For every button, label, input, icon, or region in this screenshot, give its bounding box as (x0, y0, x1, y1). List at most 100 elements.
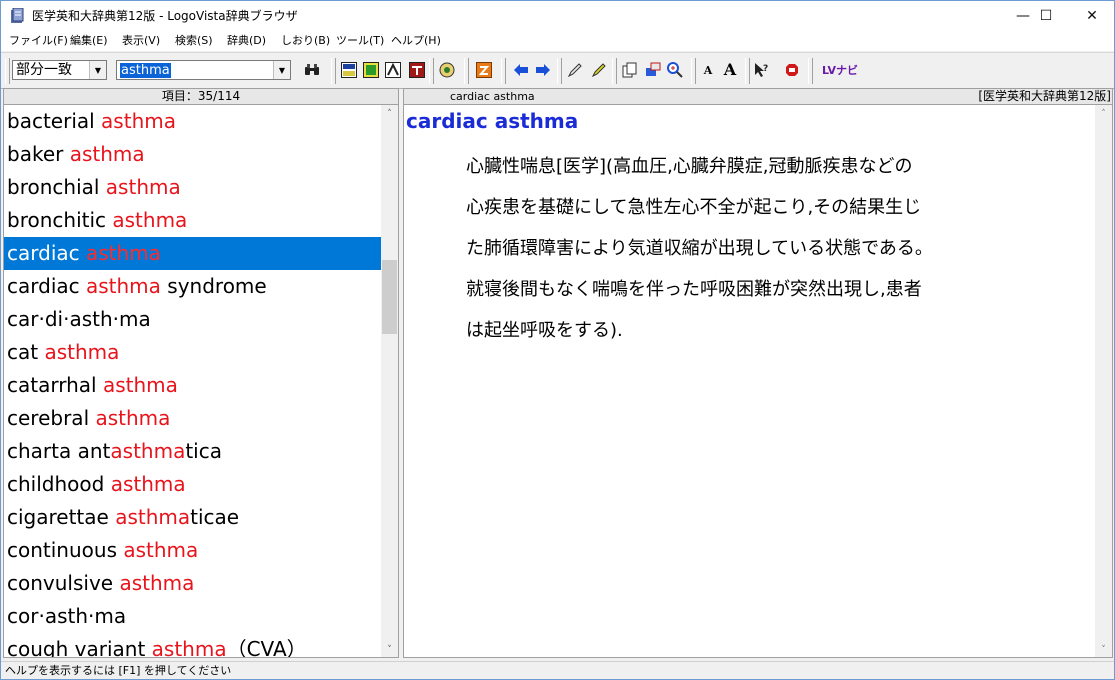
close-icon: ✕ (1086, 8, 1098, 24)
menu-search[interactable]: 検索(S) (175, 34, 213, 48)
scroll-down-arrow[interactable]: ˅ (381, 641, 398, 657)
item-text: convulsive (7, 571, 120, 595)
scroll-thumb[interactable] (382, 260, 397, 334)
toolbar-separator (808, 58, 813, 84)
item-text: syndrome (160, 274, 267, 298)
menu-tools[interactable]: ツール(T) (336, 34, 384, 48)
list-item[interactable]: catarrhal asthma (4, 369, 381, 402)
font-large-button[interactable]: A (721, 61, 739, 79)
maximize-button[interactable]: ☐ (1023, 1, 1069, 31)
copy-icon[interactable] (621, 61, 639, 79)
item-text: bronchitic (7, 208, 113, 232)
scroll-up-arrow[interactable]: ˄ (381, 105, 398, 122)
list-item[interactable]: bacterial asthma (4, 105, 381, 138)
toolbar-separator (501, 58, 506, 84)
current-word: cardiac asthma (450, 90, 535, 103)
definition-line: た肺循環障害により気道収縮が出現している状態である。 (466, 238, 933, 259)
jump-icon[interactable] (475, 61, 493, 79)
globe-icon[interactable] (438, 61, 456, 79)
highlighter-icon[interactable] (590, 61, 608, 79)
dictionary-1-icon[interactable] (340, 61, 358, 79)
toolbar-separator (691, 58, 696, 84)
list-item[interactable]: convulsive asthma (4, 567, 381, 600)
list-item[interactable]: cough variant asthma（CVA） (4, 633, 381, 658)
list-item[interactable]: childhood asthma (4, 468, 381, 501)
item-text: cor·asth·ma (7, 604, 127, 628)
list-item[interactable]: car·di·asth·ma (4, 303, 381, 336)
menu-file[interactable]: ファイル(F) (9, 34, 68, 48)
match-highlight: asthma (123, 538, 199, 562)
match-highlight: asthma (102, 373, 178, 397)
menu-help[interactable]: ヘルプ(H) (391, 34, 441, 48)
list-header: 項目：35/114 (3, 88, 399, 105)
scroll-down-arrow[interactable]: ˅ (1095, 641, 1112, 657)
menu-edit[interactable]: 編集(E) (70, 34, 108, 48)
definition-line: 就寝後間もなく喘鳴を伴った呼吸困難が突然出現し,患者 (466, 279, 922, 300)
item-text: cerebral (7, 406, 96, 430)
item-text: baker (7, 142, 70, 166)
list-item[interactable]: cardiac asthma (4, 237, 381, 270)
item-text: cardiac (7, 274, 86, 298)
dictionary-3-icon[interactable] (384, 61, 402, 79)
list-item[interactable]: cerebral asthma (4, 402, 381, 435)
status-bar: ヘルプを表示するには [F1] を押してください (1, 661, 1114, 679)
list-item[interactable]: baker asthma (4, 138, 381, 171)
forward-arrow-icon[interactable] (534, 61, 552, 79)
chevron-down-icon[interactable]: ▼ (89, 61, 106, 79)
item-text: ticae (190, 505, 240, 529)
stop-icon[interactable] (783, 61, 801, 79)
match-highlight: asthma (110, 439, 186, 463)
select-icon[interactable] (644, 61, 662, 79)
app-book-icon (10, 7, 24, 24)
zoom-icon[interactable] (666, 61, 684, 79)
list-item[interactable]: cardiac asthma syndrome (4, 270, 381, 303)
item-text: tica (185, 439, 222, 463)
definition-line: 心臓性喘息[医学](高血圧,心臓弁膜症,冠動脈疾患などの (466, 156, 913, 177)
content-scrollbar[interactable]: ˄ ˅ (1095, 105, 1112, 657)
help-pointer-icon[interactable]: ? (753, 61, 771, 79)
match-highlight: asthma (115, 505, 191, 529)
definition-text: 心臓性喘息[医学](高血圧,心臓弁膜症,冠動脈疾患などの 心疾患を基礎にして急性左… (466, 146, 1026, 351)
item-text: continuous (7, 538, 124, 562)
toolbar-separator (464, 58, 469, 84)
back-arrow-icon[interactable] (512, 61, 530, 79)
match-highlight: asthma (69, 142, 145, 166)
font-small-button[interactable]: A (699, 61, 717, 79)
toolbar-grip (5, 58, 10, 84)
list-scrollbar[interactable]: ˄ ˅ (381, 105, 398, 657)
list-item[interactable]: continuous asthma (4, 534, 381, 567)
definition-line: は起坐呼吸をする). (466, 320, 623, 341)
search-input[interactable]: asthma ▼ (116, 60, 291, 80)
list-item[interactable]: bronchial asthma (4, 171, 381, 204)
pen-icon[interactable] (566, 61, 584, 79)
match-highlight: asthma (101, 109, 176, 133)
list-item[interactable]: charta antasthmatica (4, 435, 381, 468)
match-highlight: asthma (151, 637, 227, 658)
item-text: cat (7, 340, 45, 364)
toolbar: 部分一致 ▼ asthma ▼ A A ? LVナビ (1, 52, 1114, 89)
lv-navi-button[interactable]: LVナビ (817, 61, 863, 79)
list-item[interactable]: cigarettae asthmaticae (4, 501, 381, 534)
menu-dictionary[interactable]: 辞典(D) (227, 34, 266, 48)
maximize-icon: ☐ (1039, 8, 1053, 24)
menu-view[interactable]: 表示(V) (122, 34, 160, 48)
dictionary-2-icon[interactable] (362, 61, 380, 79)
item-text: charta ant (7, 439, 111, 463)
list-item[interactable]: cat asthma (4, 336, 381, 369)
match-highlight: asthma (95, 406, 171, 430)
list-item[interactable]: cor·asth·ma (4, 600, 381, 633)
chevron-down-icon[interactable]: ▼ (273, 61, 290, 79)
search-mode-select[interactable]: 部分一致 ▼ (12, 60, 107, 80)
entry-header: cardiac asthma [医学英和大辞典第12版] (403, 88, 1113, 105)
binoculars-icon[interactable] (303, 61, 321, 79)
dictionary-4-icon[interactable] (408, 61, 426, 79)
scroll-up-arrow[interactable]: ˄ (1095, 105, 1112, 122)
search-mode-value: 部分一致 (16, 62, 72, 78)
match-highlight: asthma (110, 472, 186, 496)
menu-bookmark[interactable]: しおり(B) (281, 34, 330, 48)
toolbar-separator (331, 58, 336, 84)
list-item[interactable]: bronchitic asthma (4, 204, 381, 237)
entry-content: cardiac asthma 心臓性喘息[医学](高血圧,心臓弁膜症,冠動脈疾患… (403, 105, 1113, 658)
close-button[interactable]: ✕ (1069, 1, 1114, 31)
item-text: （CVA） (226, 637, 307, 658)
